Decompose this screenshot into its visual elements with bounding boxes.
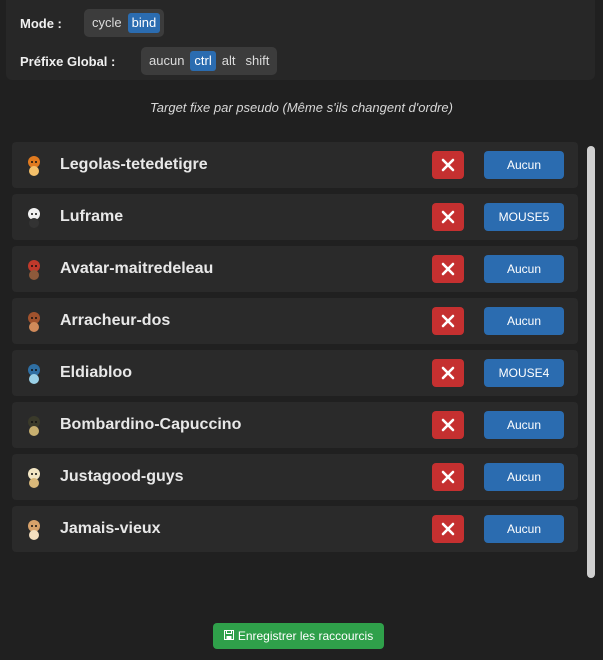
character-row: Eldiabloo MOUSE4	[12, 350, 578, 396]
character-row: Jamais-vieux Aucun	[12, 506, 578, 552]
prefix-toggle: aucun ctrl alt shift	[141, 47, 278, 75]
blue-hood-character-icon	[22, 361, 46, 385]
character-row: Legolas-tetedetigre Aucun	[12, 142, 578, 188]
mode-row: Mode :	[20, 16, 62, 31]
save-shortcuts-button[interactable]: Enregistrer les raccourcis	[213, 623, 384, 649]
close-icon	[441, 470, 455, 484]
close-icon	[441, 418, 455, 432]
character-row: Avatar-maitredeleau Aucun	[12, 246, 578, 292]
character-name: Legolas-tetedetigre	[60, 156, 208, 173]
character-row: Justagood-guys Aucun	[12, 454, 578, 500]
key-bind-button[interactable]: Aucun	[484, 463, 564, 491]
brown-character-icon	[22, 309, 46, 333]
mode-toggle: cycle bind	[84, 9, 165, 37]
subtitle: Target fixe par pseudo (Même s'ils chang…	[150, 100, 453, 115]
remove-bind-button[interactable]	[432, 359, 464, 387]
character-row: Luframe MOUSE5	[12, 194, 578, 240]
red-hat-character-icon	[22, 257, 46, 281]
key-bind-button[interactable]: Aucun	[484, 255, 564, 283]
character-name: Luframe	[60, 208, 124, 225]
prefix-label: Préfixe Global :	[20, 54, 116, 69]
close-icon	[441, 314, 455, 328]
mode-option-cycle[interactable]: cycle	[88, 13, 126, 33]
close-icon	[441, 522, 455, 536]
floppy-disk-icon	[223, 629, 234, 643]
character-row: Bombardino-Capuccino Aucun	[12, 402, 578, 448]
save-shortcuts-label: Enregistrer les raccourcis	[237, 629, 374, 643]
character-row: Arracheur-dos Aucun	[12, 298, 578, 344]
close-icon	[441, 210, 455, 224]
scrollbar[interactable]	[587, 146, 595, 578]
character-name: Justagood-guys	[60, 468, 184, 485]
tan-character-icon	[22, 517, 46, 541]
cream-character-icon	[22, 465, 46, 489]
prefix-row: Préfixe Global :	[20, 54, 115, 69]
character-name: Avatar-maitredeleau	[60, 260, 214, 277]
character-name: Arracheur-dos	[60, 312, 171, 329]
prefix-option-ctrl[interactable]: ctrl	[190, 51, 216, 71]
remove-bind-button[interactable]	[432, 307, 464, 335]
key-bind-button[interactable]: Aucun	[484, 411, 564, 439]
close-icon	[441, 262, 455, 276]
remove-bind-button[interactable]	[432, 411, 464, 439]
key-bind-button[interactable]: Aucun	[484, 307, 564, 335]
character-list: Legolas-tetedetigre Aucun Luframe MOUSE5 Ava…	[12, 142, 578, 558]
mode-label: Mode :	[20, 16, 62, 31]
key-bind-button[interactable]: Aucun	[484, 515, 564, 543]
options-panel: Mode : cycle bind Préfixe Global : aucun…	[6, 0, 595, 80]
mode-option-bind[interactable]: bind	[127, 13, 161, 33]
remove-bind-button[interactable]	[432, 151, 464, 179]
remove-bind-button[interactable]	[432, 463, 464, 491]
remove-bind-button[interactable]	[432, 203, 464, 231]
remove-bind-button[interactable]	[432, 515, 464, 543]
remove-bind-button[interactable]	[432, 255, 464, 283]
prefix-option-aucun[interactable]: aucun	[145, 51, 188, 71]
prefix-option-alt[interactable]: alt	[218, 51, 240, 71]
close-icon	[441, 366, 455, 380]
key-bind-button[interactable]: Aucun	[484, 151, 564, 179]
character-name: Bombardino-Capuccino	[60, 416, 242, 433]
character-name: Jamais-vieux	[60, 520, 161, 537]
skull-character-icon	[22, 205, 46, 229]
orange-fox-character-icon	[22, 153, 46, 177]
close-icon	[441, 158, 455, 172]
key-bind-button[interactable]: MOUSE5	[484, 203, 564, 231]
character-name: Eldiabloo	[60, 364, 132, 381]
prefix-option-shift[interactable]: shift	[242, 51, 274, 71]
key-bind-button[interactable]: MOUSE4	[484, 359, 564, 387]
dark-character-icon	[22, 413, 46, 437]
